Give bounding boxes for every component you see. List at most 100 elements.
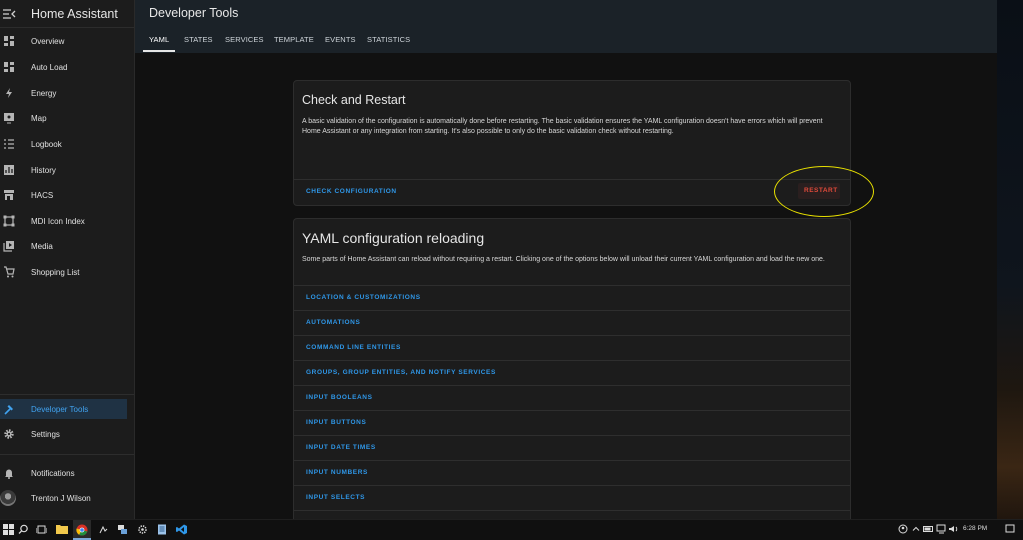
reload-item[interactable]: COMMAND LINE ENTITIES [294, 335, 850, 361]
sidebar-divider [0, 394, 134, 395]
network-icon[interactable] [935, 524, 947, 536]
sidebar-item-label: MDI Icon Index [31, 216, 85, 226]
sidebar-item-label: Notifications [31, 468, 75, 478]
sidebar: Home Assistant Overview Auto Load Energy… [0, 0, 135, 519]
card-description: A basic validation of the configuration … [302, 118, 823, 135]
lightning-icon [3, 87, 15, 99]
icon-index-icon [3, 215, 15, 227]
sidebar-item-label: Map [31, 113, 47, 123]
task-view-icon[interactable] [35, 524, 47, 536]
sidebar-item-developer-tools[interactable]: Developer Tools [0, 399, 127, 419]
chart-icon [3, 164, 15, 176]
tab-statistics[interactable]: STATISTICS [367, 35, 410, 44]
top-bar: Developer Tools YAML STATES SERVICES TEM… [135, 0, 997, 53]
sidebar-title: Home Assistant [31, 6, 118, 21]
reload-item[interactable]: INPUT BUTTONS [294, 410, 850, 436]
app-icon[interactable] [97, 524, 109, 536]
media-icon [3, 240, 15, 252]
reload-item[interactable]: GROUPS, GROUP ENTITIES, AND NOTIFY SERVI… [294, 360, 850, 386]
battery-icon[interactable] [922, 524, 934, 536]
sidebar-item-label: Settings [31, 429, 60, 439]
sidebar-item-shopping-list[interactable]: Shopping List [0, 262, 127, 282]
volume-icon[interactable] [947, 524, 959, 536]
sidebar-item-user[interactable]: Trenton J Wilson [0, 488, 127, 508]
reload-input-booleans-button[interactable]: INPUT BOOLEANS [306, 394, 373, 401]
tab-template[interactable]: TEMPLATE [274, 35, 314, 44]
reload-item[interactable]: INPUT DATE TIMES [294, 435, 850, 461]
sidebar-item-hacs[interactable]: HACS [0, 185, 127, 205]
reload-item[interactable]: AUTOMATIONS [294, 310, 850, 336]
sidebar-item-label: Energy [31, 88, 57, 98]
sidebar-item-auto-load[interactable]: Auto Load [0, 57, 127, 77]
reload-item[interactable]: LOCATION & CUSTOMIZATIONS [294, 285, 850, 311]
check-restart-card: Check and Restart A basic validation of … [293, 80, 851, 206]
card-title: Check and Restart [302, 93, 406, 107]
sidebar-item-map[interactable]: Map [0, 108, 127, 128]
sidebar-item-logbook[interactable]: Logbook [0, 134, 127, 154]
sidebar-item-notifications[interactable]: Notifications [0, 463, 127, 483]
bell-icon [3, 467, 15, 479]
sidebar-divider [0, 454, 134, 455]
tab-services[interactable]: SERVICES [225, 35, 264, 44]
sidebar-item-label: Trenton J Wilson [31, 493, 91, 503]
tab-states[interactable]: STATES [184, 35, 213, 44]
clock[interactable]: 6:28 PM [963, 525, 987, 532]
reload-groups-button[interactable]: GROUPS, GROUP ENTITIES, AND NOTIFY SERVI… [306, 369, 496, 376]
sidebar-header: Home Assistant [0, 0, 134, 28]
reload-input-numbers-button[interactable]: INPUT NUMBERS [306, 469, 368, 476]
sidebar-item-history[interactable]: History [0, 160, 127, 180]
vscode-icon[interactable] [175, 524, 187, 536]
hammer-icon [3, 403, 15, 415]
cart-icon [3, 266, 15, 278]
tab-yaml[interactable]: YAML [149, 35, 169, 44]
chrome-icon[interactable] [76, 524, 88, 536]
tab-events[interactable]: EVENTS [325, 35, 356, 44]
sidebar-item-label: History [31, 165, 56, 175]
taskbar: 6:28 PM [0, 519, 1023, 540]
card-title: YAML configuration reloading [302, 230, 485, 246]
people-tray-icon[interactable] [897, 524, 909, 536]
network-app-icon[interactable] [116, 524, 128, 536]
settings-app-icon[interactable] [136, 524, 148, 536]
desktop-background [997, 0, 1023, 519]
sidebar-item-overview[interactable]: Overview [0, 31, 127, 51]
dashboard-icon [3, 35, 15, 47]
reload-input-buttons-button[interactable]: INPUT BUTTONS [306, 419, 366, 426]
list-icon [3, 138, 15, 150]
sidebar-item-label: Logbook [31, 139, 62, 149]
yaml-reloading-card: YAML configuration reloading Some parts … [293, 218, 851, 520]
search-icon[interactable] [17, 524, 29, 536]
sidebar-item-label: Overview [31, 36, 65, 46]
file-explorer-icon[interactable] [56, 524, 68, 536]
sidebar-item-label: Developer Tools [31, 404, 89, 414]
active-tab-indicator [143, 50, 175, 52]
reload-command-line-button[interactable]: COMMAND LINE ENTITIES [306, 344, 401, 351]
dashboard-icon [3, 61, 15, 73]
sidebar-item-media[interactable]: Media [0, 236, 127, 256]
reload-item[interactable]: INPUT SELECTS [294, 485, 850, 511]
notepad-icon[interactable] [156, 524, 168, 536]
reload-input-selects-button[interactable]: INPUT SELECTS [306, 494, 365, 501]
sidebar-item-label: Auto Load [31, 62, 68, 72]
reload-input-date-times-button[interactable]: INPUT DATE TIMES [306, 444, 376, 451]
sidebar-item-energy[interactable]: Energy [0, 83, 127, 103]
page-title: Developer Tools [149, 6, 239, 20]
menu-collapse-icon[interactable] [2, 7, 16, 21]
highlight-annotation [774, 166, 874, 217]
reload-item[interactable]: INPUT NUMBERS [294, 460, 850, 486]
card-divider [294, 179, 850, 180]
sidebar-item-label: Shopping List [31, 267, 80, 277]
reload-item[interactable]: INPUT BOOLEANS [294, 385, 850, 411]
reload-location-button[interactable]: LOCATION & CUSTOMIZATIONS [306, 294, 421, 301]
reload-automations-button[interactable]: AUTOMATIONS [306, 319, 360, 326]
store-icon [3, 189, 15, 201]
map-icon [3, 112, 15, 124]
card-description: Some parts of Home Assistant can reload … [302, 256, 825, 263]
notification-center-icon[interactable] [1004, 524, 1016, 536]
sidebar-item-mdi-icon-index[interactable]: MDI Icon Index [0, 211, 127, 231]
windows-start-icon[interactable] [2, 524, 14, 536]
check-configuration-button[interactable]: CHECK CONFIGURATION [306, 188, 397, 195]
avatar [0, 490, 16, 506]
chevron-up-icon[interactable] [910, 524, 922, 536]
sidebar-item-settings[interactable]: Settings [0, 424, 127, 444]
